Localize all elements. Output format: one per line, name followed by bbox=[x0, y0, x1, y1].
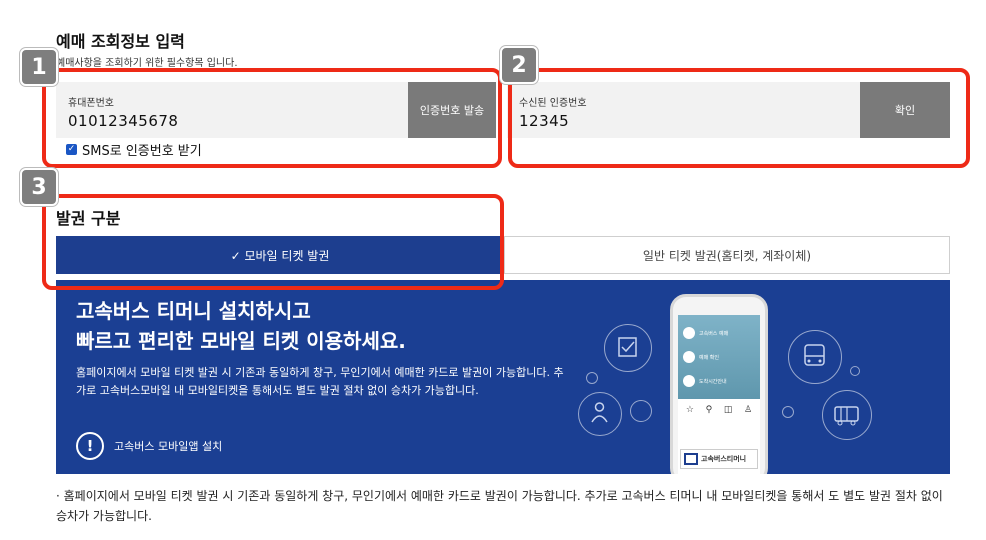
phone-mockup: 고속버스 예매 예매 확인 도착시간안내 ☆ ⚲ ◫ ♙ 고속버스티머니 bbox=[670, 294, 768, 474]
phone-menu-item: 예매 확인 bbox=[678, 345, 760, 369]
small-circle-deco bbox=[630, 400, 652, 422]
notice-text: · 홈페이지에서 모바일 티켓 발권 시 기존과 동일하게 창구, 무인기에서 … bbox=[56, 489, 943, 523]
phone-icon-row: ☆ ⚲ ◫ ♙ bbox=[678, 399, 760, 415]
phone-menu-item: 고속버스 예매 bbox=[678, 321, 760, 345]
check-icon bbox=[683, 351, 695, 363]
phone-menu-label: 도착시간안내 bbox=[699, 378, 727, 385]
search-icon: ⚲ bbox=[705, 405, 713, 415]
home-icon: ☆ bbox=[685, 405, 694, 415]
page-title: 예매 조회정보 입력 bbox=[56, 32, 185, 51]
banner-description: 홈페이지에서 모바일 티켓 발권 시 기존과 동일하게 창구, 무인기에서 예매… bbox=[76, 366, 564, 397]
check-doc-icon bbox=[604, 324, 652, 372]
highlight-box-3 bbox=[42, 194, 504, 290]
step-badge-3: 3 bbox=[20, 168, 58, 206]
step-badge-2: 2 bbox=[500, 46, 538, 84]
phone-screen: 고속버스 예매 예매 확인 도착시간안내 ☆ ⚲ ◫ ♙ 고속버스티머니 bbox=[678, 315, 760, 474]
exclamation-icon: ! bbox=[76, 432, 104, 460]
phone-menu: 고속버스 예매 예매 확인 도착시간안내 bbox=[678, 315, 760, 399]
bus-side-icon bbox=[822, 390, 872, 440]
bus-icon bbox=[683, 327, 695, 339]
small-circle-deco bbox=[586, 372, 598, 384]
install-app-link[interactable]: ! 고속버스 모바일앱 설치 bbox=[76, 432, 222, 460]
phone-brand-bar: 고속버스티머니 bbox=[680, 449, 758, 469]
phone-brand-label: 고속버스티머니 bbox=[701, 455, 747, 463]
user-icon: ♙ bbox=[744, 405, 753, 415]
step-badge-1: 1 bbox=[20, 48, 58, 86]
banner-headline: 고속버스 티머니 설치하시고 빠르고 편리한 모바일 티켓 이용하세요. bbox=[76, 296, 406, 356]
highlight-box-2 bbox=[508, 68, 970, 168]
mobile-ticket-banner: 고속버스 티머니 설치하시고 빠르고 편리한 모바일 티켓 이용하세요. 홈페이… bbox=[56, 280, 950, 474]
phone-menu-label: 고속버스 예매 bbox=[699, 330, 729, 337]
clock-icon bbox=[683, 375, 695, 387]
page-subtitle: 예매사항을 조회하기 위한 필수항목 입니다. bbox=[56, 58, 238, 69]
phone-menu-label: 예매 확인 bbox=[699, 354, 719, 361]
highlight-box-1 bbox=[42, 68, 502, 168]
banner-headline-line-2: 빠르고 편리한 모바일 티켓 이용하세요. bbox=[76, 329, 406, 353]
phone-menu-item: 도착시간안내 bbox=[678, 369, 760, 393]
small-circle-deco bbox=[850, 366, 860, 376]
banner-headline-line-1: 고속버스 티머니 설치하시고 bbox=[76, 299, 311, 323]
install-app-label: 고속버스 모바일앱 설치 bbox=[114, 440, 223, 453]
small-circle-deco bbox=[782, 406, 794, 418]
brand-logo-icon bbox=[684, 453, 698, 465]
book-icon: ◫ bbox=[723, 405, 733, 415]
tab-general-ticket[interactable]: 일반 티켓 발권(홈티켓, 계좌이체) bbox=[504, 236, 950, 274]
person-icon bbox=[578, 392, 622, 436]
bus-front-icon bbox=[788, 330, 842, 384]
